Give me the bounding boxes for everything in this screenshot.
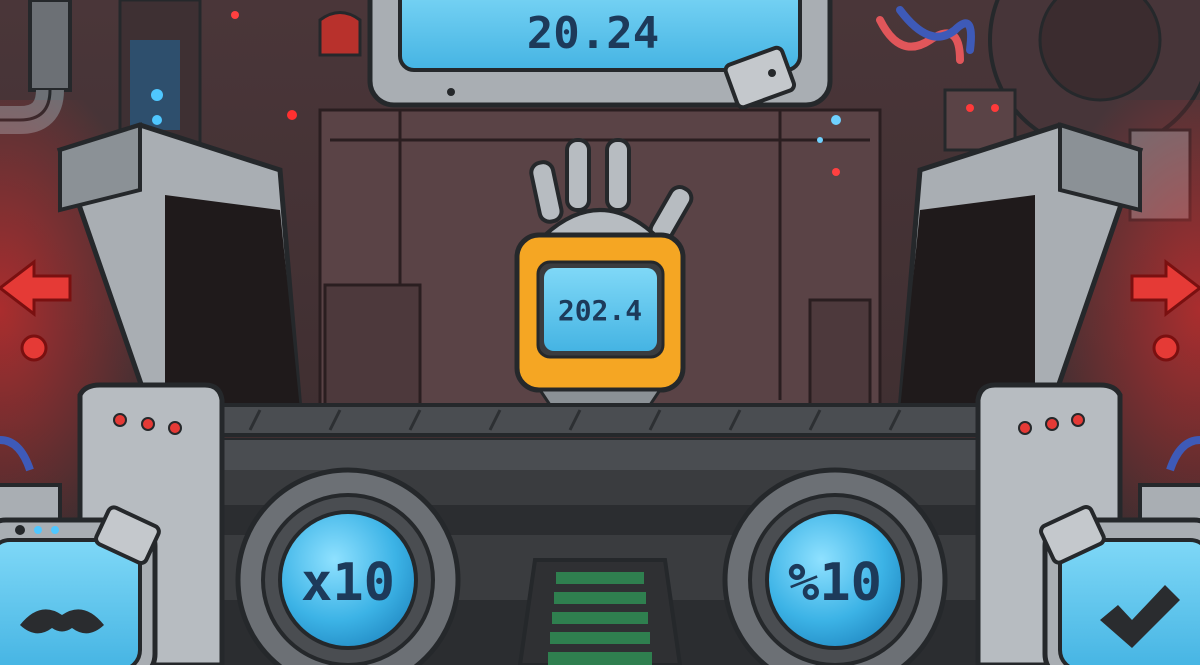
multiply-by-10-button[interactable]: x10 bbox=[235, 467, 461, 665]
robot-value-text: 202.4 bbox=[558, 294, 642, 327]
target-value-text: 20.24 bbox=[527, 8, 659, 59]
divide-by-10-button[interactable]: %10 bbox=[722, 467, 948, 665]
divide-button-label: %10 bbox=[788, 553, 882, 613]
game-scene: 20.24 202.4 x10 %10 bbox=[0, 0, 1200, 665]
multiply-button-label: x10 bbox=[301, 553, 395, 613]
submit-button[interactable] bbox=[1039, 505, 1200, 665]
game-canvas: 20.24 202.4 x10 %10 bbox=[0, 0, 1200, 665]
target-display: 20.24 bbox=[367, 0, 833, 110]
conveyor-belt bbox=[198, 403, 1002, 437]
progress-indicator bbox=[517, 558, 683, 665]
mustache-button[interactable] bbox=[0, 505, 161, 665]
